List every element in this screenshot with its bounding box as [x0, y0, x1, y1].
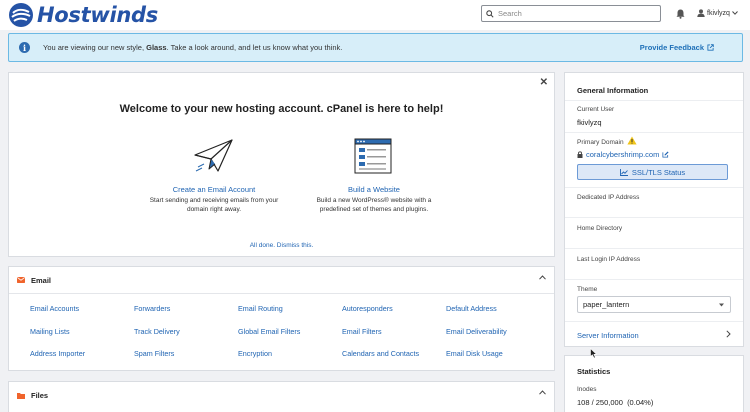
email-accounts-link[interactable]: Email Accounts [30, 304, 134, 314]
address-importer-link[interactable]: Address Importer [30, 349, 134, 359]
email-section-title: Email [31, 275, 52, 285]
username-label: fkivlyzq [707, 9, 730, 17]
hostwinds-logo-icon [9, 3, 33, 27]
inodes-value: 108 / 250,000 (0.04%) [577, 398, 653, 407]
folder-icon [17, 393, 25, 399]
track-delivery-link[interactable]: Track Delivery [134, 327, 238, 337]
divider [565, 248, 743, 249]
divider [565, 100, 743, 101]
paper-plane-icon [194, 139, 233, 172]
divider [565, 187, 743, 188]
calendars-contacts-link[interactable]: Calendars and Contacts [342, 349, 446, 359]
encryption-link[interactable]: Encryption [238, 349, 342, 359]
theme-select-value: paper_lantern [583, 300, 630, 309]
website-builder-icon [354, 138, 392, 174]
glass-style-notice: i You are viewing our new style, Glass. … [8, 33, 743, 62]
dismiss-link[interactable]: All done. Dismiss this. [9, 242, 554, 249]
task-create-email: Create an Email Account Start sending an… [144, 135, 284, 214]
notice-text-start: You are viewing our new style, [43, 43, 147, 52]
provide-feedback-link[interactable]: Provide Feedback [640, 43, 714, 52]
files-section-title: Files [31, 391, 49, 400]
warning-icon[interactable] [627, 136, 637, 145]
primary-domain-value: coralcybershrimp.com [586, 150, 660, 159]
lock-icon [577, 151, 583, 158]
email-filters-link[interactable]: Email Filters [342, 327, 446, 337]
hostwinds-logo[interactable]: Hostwinds [8, 2, 158, 28]
spam-filters-link[interactable]: Spam Filters [134, 349, 238, 359]
notifications-bell-icon[interactable] [676, 9, 685, 19]
build-website-desc: Build a new WordPress® website with a pr… [316, 197, 432, 213]
chevron-down-icon [732, 11, 738, 15]
inodes-label: Inodes [577, 386, 597, 393]
ssl-tls-status-button[interactable]: SSL/TLS Status [577, 164, 728, 180]
files-section-header[interactable]: Files [9, 382, 554, 409]
close-icon[interactable]: ✕ [540, 77, 548, 88]
dedicated-ip-label: Dedicated IP Address [577, 194, 640, 201]
edit-icon[interactable] [662, 151, 669, 158]
caret-down-icon [719, 303, 724, 307]
brand-name: Hostwinds [37, 3, 158, 27]
global-email-filters-link[interactable]: Global Email Filters [238, 327, 342, 337]
statistics-panel: Statistics Inodes 108 / 250,000 (0.04%) [564, 355, 744, 412]
notice-text: You are viewing our new style, Glass. Ta… [43, 43, 342, 52]
user-icon [697, 9, 705, 17]
divider [565, 217, 743, 218]
primary-domain-link[interactable]: coralcybershrimp.com [577, 150, 669, 159]
chevron-right-icon[interactable] [726, 330, 731, 338]
email-routing-link[interactable]: Email Routing [238, 304, 342, 314]
user-menu[interactable]: fkivlyzq [697, 9, 738, 17]
forwarders-link[interactable]: Forwarders [134, 304, 238, 314]
default-address-link[interactable]: Default Address [446, 304, 550, 314]
inodes-count: 108 / 250,000 [577, 398, 623, 407]
top-header: Hostwinds fkivlyzq [0, 0, 750, 30]
last-login-ip-label: Last Login IP Address [577, 256, 641, 263]
current-user-value: fkivlyzq [577, 118, 602, 127]
create-email-account-link[interactable]: Create an Email Account [144, 185, 284, 194]
theme-label: Theme [577, 286, 598, 293]
welcome-title: Welcome to your new hosting account. cPa… [119, 103, 444, 115]
feedback-label: Provide Feedback [639, 43, 704, 52]
build-website-link[interactable]: Build a Website [309, 185, 439, 194]
envelope-icon [17, 277, 25, 283]
welcome-panel: ✕ Welcome to your new hosting account. c… [8, 72, 555, 257]
primary-domain-label: Primary Domain [577, 139, 624, 146]
chevron-up-icon[interactable] [539, 275, 546, 280]
email-section: Email Email Accounts Forwarders Email Ro… [8, 266, 555, 371]
email-section-header[interactable]: Email [9, 267, 554, 294]
divider [565, 132, 743, 133]
search-input[interactable] [498, 9, 648, 18]
autoresponders-link[interactable]: Autoresponders [342, 304, 446, 314]
email-deliverability-link[interactable]: Email Deliverability [446, 327, 550, 337]
create-email-desc: Start sending and receiving emails from … [149, 197, 279, 213]
email-links-grid: Email Accounts Forwarders Email Routing … [30, 304, 550, 359]
mailing-lists-link[interactable]: Mailing Lists [30, 327, 134, 337]
email-disk-usage-link[interactable]: Email Disk Usage [446, 349, 550, 359]
ssl-tls-status-label: SSL/TLS Status [631, 167, 686, 177]
divider [565, 321, 743, 322]
search-icon [486, 9, 494, 18]
notice-text-end: . Take a look around, and let us know wh… [166, 43, 343, 52]
general-info-title: General Information [577, 86, 649, 95]
divider [565, 279, 743, 280]
chevron-up-icon[interactable] [539, 390, 546, 395]
theme-select[interactable]: paper_lantern [577, 296, 731, 313]
current-user-label: Current User [577, 106, 615, 113]
statistics-title: Statistics [577, 367, 611, 376]
mouse-cursor-icon [590, 348, 597, 359]
notice-text-bold: Glass [146, 43, 167, 52]
home-directory-label: Home Directory [577, 225, 623, 232]
task-build-website: Build a Website Build a new WordPress® w… [309, 135, 439, 214]
chart-icon [619, 168, 628, 176]
general-information-panel: General Information Current User fkivlyz… [564, 72, 744, 347]
inodes-percent: (0.04%) [627, 398, 654, 407]
info-icon: i [19, 42, 30, 53]
files-section: Files [8, 381, 555, 412]
server-information-link[interactable]: Server Information [577, 331, 639, 340]
external-link-icon [707, 44, 714, 51]
search-box[interactable] [481, 5, 661, 22]
